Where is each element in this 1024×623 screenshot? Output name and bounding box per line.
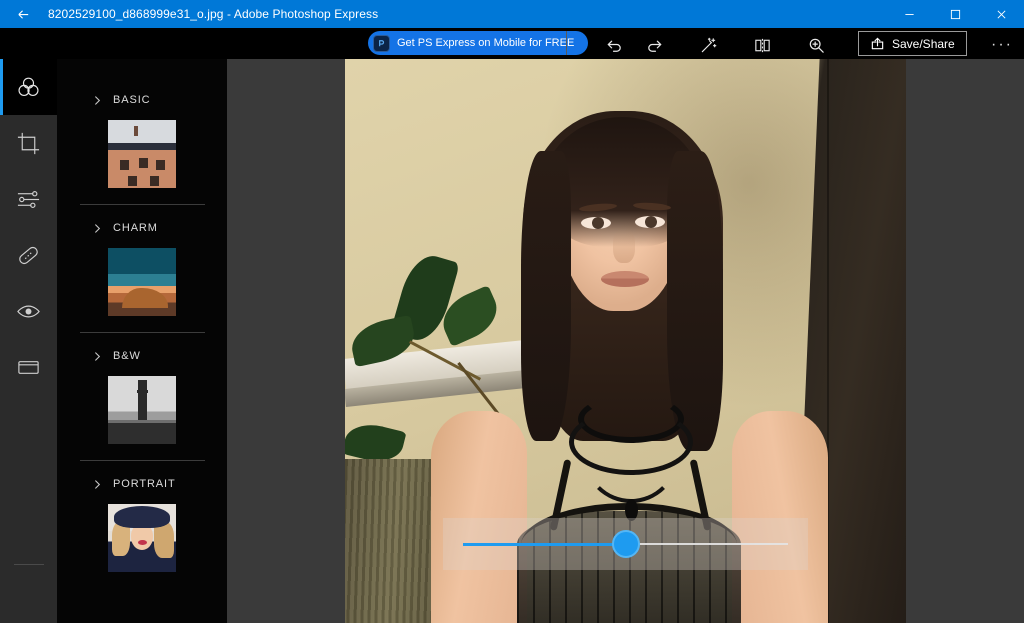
save-share-button[interactable]: Save/Share <box>858 31 967 56</box>
maximize-button[interactable] <box>932 0 978 28</box>
bridge-blackwhite-thumbnail[interactable] <box>108 376 176 444</box>
sidebar-item-borders[interactable] <box>0 339 57 395</box>
woman-hat-thumbnail[interactable] <box>108 504 176 572</box>
zoom-icon[interactable] <box>798 31 834 59</box>
frame-icon <box>16 355 41 380</box>
category-header-bw[interactable]: B&W <box>57 343 227 369</box>
title-bar: 8202529100_d868999e31_o.jpg - Adobe Phot… <box>0 0 1024 28</box>
chevron-right-icon <box>92 95 103 106</box>
category-header-basic[interactable]: BASIC <box>57 87 227 113</box>
category-label-bw: B&W <box>113 350 141 362</box>
category-label-portrait: PORTRAIT <box>113 478 176 490</box>
share-icon <box>870 36 885 51</box>
intensity-slider[interactable] <box>443 518 808 570</box>
building-thumbnail[interactable] <box>108 120 176 188</box>
looks-category-portrait: PORTRAIT <box>57 461 227 572</box>
tool-rail <box>0 59 57 623</box>
thumbnail-wrap-basic <box>57 113 227 188</box>
sidebar-item-looks[interactable] <box>0 59 57 115</box>
save-share-label: Save/Share <box>892 37 955 51</box>
looks-category-basic: BASIC <box>57 59 227 205</box>
category-label-basic: BASIC <box>113 94 151 106</box>
photo-subject-hair-left <box>521 151 571 441</box>
chevron-right-icon <box>92 479 103 490</box>
photo-subject-lips <box>601 271 649 287</box>
looks-circles-icon <box>15 74 42 101</box>
photo-subject-arm-right <box>732 411 828 623</box>
back-button[interactable] <box>0 0 46 28</box>
rail-divider <box>14 564 44 565</box>
category-label-charm: CHARM <box>113 222 158 234</box>
get-mobile-promo-label: Get PS Express on Mobile for FREE <box>397 37 574 49</box>
bandage-icon <box>16 243 41 268</box>
looks-category-charm: CHARM <box>57 205 227 333</box>
close-button[interactable] <box>978 0 1024 28</box>
undo-button[interactable] <box>596 31 632 59</box>
looks-category-bw: B&W <box>57 333 227 461</box>
thumbnail-wrap-portrait <box>57 497 227 572</box>
photo-subject-arm-left <box>431 411 527 623</box>
redo-button[interactable] <box>636 31 672 59</box>
category-header-portrait[interactable]: PORTRAIT <box>57 471 227 497</box>
sidebar-item-adjustments[interactable] <box>0 171 57 227</box>
eye-icon <box>16 299 41 324</box>
sidebar-item-spot-heal[interactable] <box>0 227 57 283</box>
crop-icon <box>16 131 41 156</box>
photo-canvas[interactable] <box>227 59 1024 623</box>
window-title: 8202529100_d868999e31_o.jpg - Adobe Phot… <box>46 7 378 21</box>
photo-subject-iris <box>592 217 604 229</box>
auto-fix-wand-icon[interactable] <box>690 31 726 59</box>
toolbar-divider <box>566 31 567 55</box>
thumbnail-wrap-bw <box>57 369 227 444</box>
photoshop-express-window: 8202529100_d868999e31_o.jpg - Adobe Phot… <box>0 0 1024 623</box>
get-mobile-promo-button[interactable]: Get PS Express on Mobile for FREE <box>368 31 588 55</box>
sidebar-item-red-eye[interactable] <box>0 283 57 339</box>
slider-thumb[interactable] <box>612 530 640 558</box>
sliders-icon <box>16 187 41 212</box>
sidebar-item-crop[interactable] <box>0 115 57 171</box>
chevron-right-icon <box>92 223 103 234</box>
more-options-button[interactable]: ··· <box>986 31 1018 59</box>
slider-track-fill <box>463 543 626 546</box>
mountain-sunset-thumbnail[interactable] <box>108 248 176 316</box>
photo-subject-nose <box>613 229 635 263</box>
thumbnail-wrap-charm <box>57 241 227 316</box>
minimize-button[interactable] <box>886 0 932 28</box>
looks-panel: BASIC CHARM <box>57 59 227 623</box>
ps-express-app-icon <box>373 35 390 52</box>
photo-subject-iris <box>645 216 657 228</box>
category-header-charm[interactable]: CHARM <box>57 215 227 241</box>
photo-subject-necklace <box>583 407 679 503</box>
before-after-compare-icon[interactable] <box>744 31 780 59</box>
chevron-right-icon <box>92 351 103 362</box>
